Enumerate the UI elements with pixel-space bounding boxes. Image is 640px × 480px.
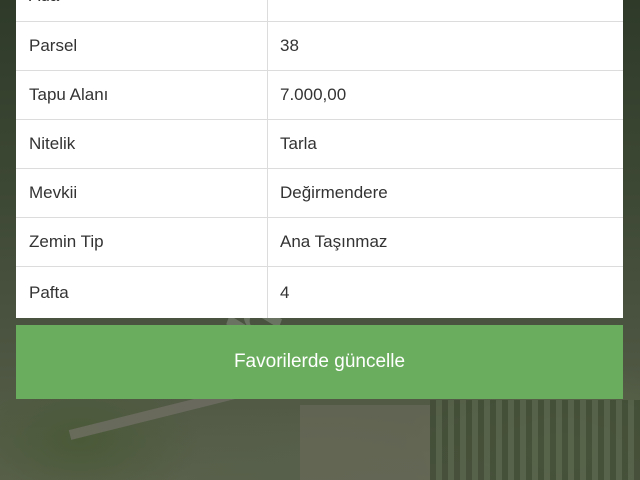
row-label: Mevkii: [16, 169, 268, 217]
row-label: Zemin Tip: [16, 218, 268, 266]
row-value: [268, 0, 623, 21]
table-row: Nitelik Tarla: [16, 120, 623, 169]
map-field: [300, 405, 430, 480]
row-label: Pafta: [16, 267, 268, 318]
table-row: Ada: [16, 0, 623, 22]
row-value: 7.000,00: [280, 85, 347, 104]
row-label: Tapu Alanı: [16, 71, 268, 119]
update-favorites-button[interactable]: Favorilerde güncelle: [16, 325, 623, 399]
table-row: Pafta 4: [16, 267, 623, 318]
row-value: Tarla: [280, 134, 317, 153]
row-value: Ana Taşınmaz: [280, 232, 388, 251]
table-row: Tapu Alanı 7.000,00: [16, 71, 623, 120]
row-value: 38: [280, 36, 299, 55]
row-label: Ada: [16, 0, 268, 21]
row-value: Değirmendere: [280, 183, 388, 202]
row-value: 4: [280, 282, 290, 302]
row-label: Nitelik: [16, 120, 268, 168]
map-orchard: [430, 400, 640, 480]
property-info-table: Ada Parsel 38 Tapu Alanı 7.000,00 Niteli…: [16, 0, 623, 318]
table-row: Parsel 38: [16, 22, 623, 71]
table-row: Zemin Tip Ana Taşınmaz: [16, 218, 623, 267]
table-row: Mevkii Değirmendere: [16, 169, 623, 218]
row-label: Parsel: [16, 22, 268, 70]
